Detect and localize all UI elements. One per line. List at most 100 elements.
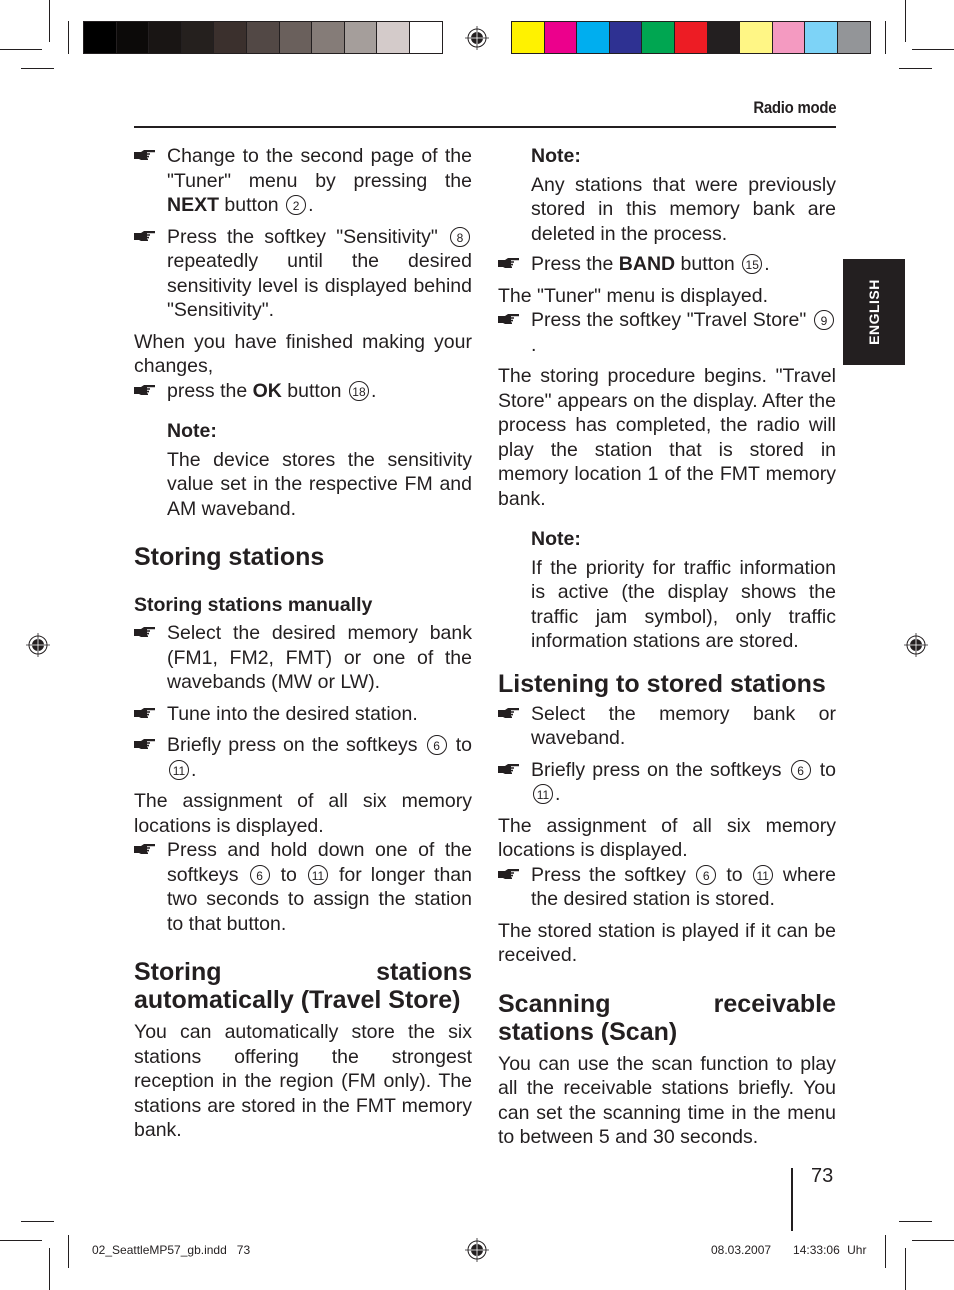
step-text: Press the softkey "Travel Store" — [531, 309, 812, 331]
color-swatch — [772, 22, 805, 53]
instruction-step: Select the desired memory bank (FM1, FM2… — [134, 621, 472, 695]
header-rule — [134, 126, 836, 128]
color-swatch — [674, 22, 707, 53]
instruction-step: Press the softkey "Sensitivity" 8 repeat… — [134, 225, 472, 323]
instruction-step: press the OK button 18. — [134, 379, 472, 404]
callout-number: 6 — [790, 759, 811, 780]
color-swatch — [116, 22, 149, 53]
paragraph: The "Tuner" menu is displayed. — [498, 284, 769, 307]
step-text: button — [675, 253, 741, 275]
color-swatch — [409, 22, 442, 53]
note-box: Note: The device stores the sensitivity … — [134, 419, 472, 521]
print-slug-timestamp: 08.03.2007 14:33:06 Uhr — [711, 1243, 867, 1257]
color-swatch — [740, 22, 772, 53]
section-heading: Storing stations — [134, 543, 325, 571]
color-swatch — [805, 22, 837, 53]
step-text: to — [448, 734, 472, 756]
paragraph: The assignment of all six memory locatio… — [498, 814, 836, 862]
subsection-heading: Storing stations manually — [134, 594, 373, 616]
instruction-step: Press the softkey 6 to 11 where the desi… — [498, 863, 836, 912]
instruction-step: Press the softkey "Travel Store" 9. — [498, 308, 836, 357]
pointing-hand-icon — [498, 763, 519, 774]
color-swatch — [149, 22, 181, 53]
page-number-rule — [791, 1168, 793, 1231]
color-swatch — [181, 22, 214, 53]
instruction-step: Press and hold down one of the softkeys … — [134, 838, 472, 936]
registration-mark-icon — [904, 633, 928, 657]
pointing-hand-icon — [498, 868, 519, 879]
note-text: If the priority for traffic information … — [531, 556, 836, 653]
callout-number: 6 — [696, 864, 717, 885]
crop-mark — [68, 21, 69, 54]
color-swatch — [246, 22, 279, 53]
print-slug-filename: 02_SeattleMP57_gb.indd 73 — [92, 1243, 251, 1257]
note-box: Note: Any stations that were previously … — [498, 144, 836, 246]
step-text: Tune into the desired station. — [167, 702, 418, 725]
pointing-hand-icon — [134, 230, 155, 241]
language-tab: ENGLISH — [843, 259, 905, 365]
paragraph: You can automatically store the six stat… — [134, 1021, 472, 1141]
crop-mark — [885, 1235, 886, 1268]
color-swatch — [512, 22, 544, 53]
note-label: Note: — [531, 528, 581, 550]
section-heading: Listening to stored stations — [498, 669, 826, 698]
paragraph: When you have finished making your chang… — [134, 330, 472, 378]
pointing-hand-icon — [134, 150, 155, 160]
step-text: press the — [167, 379, 253, 402]
callout-number: 11 — [307, 864, 328, 885]
registration-mark-icon — [465, 1238, 489, 1262]
color-swatch — [312, 22, 344, 53]
step-text: . — [191, 758, 197, 781]
pointing-hand-icon — [498, 314, 519, 324]
instruction-step: Select the memory bank or waveband. — [498, 702, 836, 751]
language-tab-label: ENGLISH — [866, 279, 882, 345]
section-title: Radio mode — [753, 98, 836, 117]
crop-mark — [905, 1248, 906, 1290]
note-text: Any stations that were previously stored… — [531, 173, 836, 245]
step-text: Select the desired memory bank (FM1, FM2… — [167, 622, 472, 693]
crop-mark — [21, 68, 54, 69]
color-swatch — [837, 22, 870, 53]
paragraph: The storing procedure begins. "Travel St… — [498, 365, 836, 510]
instruction-step: Briefly press on the softkeys 6 to 11. — [498, 758, 836, 807]
callout-number: 18 — [348, 380, 369, 401]
step-text: button — [281, 379, 347, 402]
callout-number: 6 — [426, 735, 447, 755]
color-swatch — [577, 22, 609, 53]
step-text: . — [555, 783, 561, 805]
color-swatch — [609, 22, 642, 53]
note-box: Note: If the priority for traffic inform… — [498, 527, 836, 654]
crop-mark — [912, 49, 954, 50]
color-swatch — [707, 22, 740, 53]
step-text: Press the — [531, 253, 619, 275]
pointing-hand-icon — [134, 707, 155, 718]
color-swatch — [642, 22, 674, 53]
instruction-step: Tune into the desired station. — [134, 702, 472, 727]
instruction-step: Press the BAND button 15. — [498, 252, 836, 277]
crop-mark — [899, 1221, 932, 1222]
left-column: Change to the second page of the "Tuner"… — [134, 144, 472, 1143]
color-swatch — [279, 22, 312, 53]
pointing-hand-icon — [134, 627, 155, 637]
callout-number: 15 — [742, 254, 763, 274]
color-swatch — [344, 22, 377, 53]
grayscale-color-bar — [83, 21, 443, 54]
paragraph: The assignment of all six memory locatio… — [134, 790, 472, 837]
paragraph: You can use the scan function to play al… — [498, 1052, 836, 1149]
crop-mark — [21, 1221, 54, 1222]
button-name: BAND — [618, 253, 676, 275]
crop-mark — [0, 49, 42, 50]
step-text: Press the softkey — [531, 863, 695, 886]
section-heading: Scanning receivable stations (Scan) — [498, 989, 836, 1046]
color-swatch — [84, 22, 116, 53]
callout-number: 9 — [814, 310, 834, 330]
pointing-hand-icon — [498, 258, 519, 268]
step-text: button — [219, 194, 285, 216]
pointing-hand-icon — [134, 844, 155, 854]
color-swatch — [377, 22, 409, 53]
step-text: to — [718, 863, 751, 886]
step-text: repeatedly until the desired sensitivity… — [167, 250, 472, 321]
step-text: to — [271, 863, 306, 886]
section-heading: Storing stations automatically (Travel S… — [134, 958, 472, 1014]
crop-mark — [49, 0, 50, 42]
